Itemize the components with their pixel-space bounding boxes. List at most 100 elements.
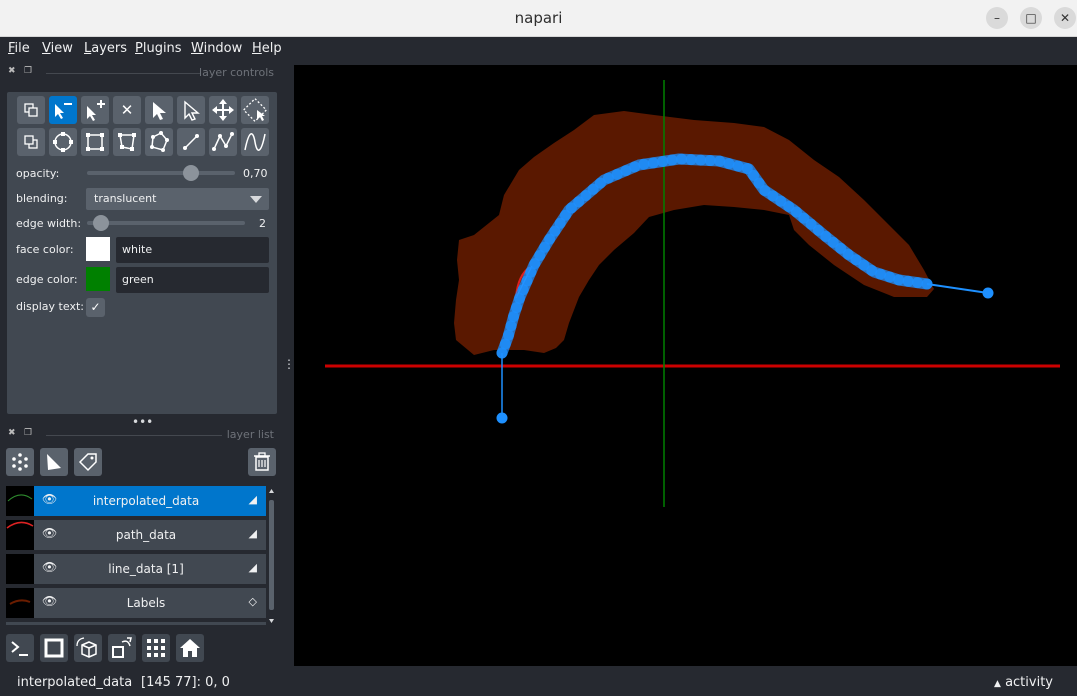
status-bar: interpolated_data [145 77]: 0, 0 ▲ activ…: [0, 666, 1077, 696]
pan-zoom-button[interactable]: [209, 96, 237, 124]
rectangle-icon: [86, 133, 104, 151]
path-vertex: [921, 278, 933, 290]
menu-view[interactable]: View: [42, 41, 73, 56]
new-labels-layer-button[interactable]: [74, 448, 102, 476]
edge-color-input[interactable]: green: [116, 267, 269, 293]
blending-select[interactable]: translucent: [86, 188, 269, 210]
endpoint-marker: [496, 412, 508, 424]
path-vertex: [704, 155, 716, 167]
path-vertex: [732, 160, 744, 172]
transform-button[interactable]: [241, 96, 269, 124]
menu-file[interactable]: File: [8, 41, 30, 56]
new-points-layer-button[interactable]: [6, 448, 34, 476]
layer-controls-panel: ✕ opacity: 0,70 blending: translucent ed…: [7, 92, 277, 414]
label-region: [454, 111, 934, 355]
add-curve-button[interactable]: [241, 128, 269, 156]
polygon-lasso-icon: [150, 131, 169, 152]
grid-view-button[interactable]: [142, 634, 170, 662]
path-vertex: [902, 275, 914, 287]
menu-window[interactable]: Window: [191, 41, 242, 56]
layer-name: path_data: [115, 528, 177, 542]
dock-float-icon[interactable]: ❐: [24, 428, 32, 438]
close-button[interactable]: ✕: [1054, 7, 1076, 29]
shapes-icon: [47, 454, 61, 470]
menu-layers[interactable]: Layers: [84, 41, 127, 56]
layer-item-labels[interactable]: 👁︎ Labels ◇: [6, 588, 266, 618]
home-icon: [180, 639, 200, 657]
reset-view-button[interactable]: [176, 634, 204, 662]
dock-close-icon[interactable]: ✖: [8, 66, 16, 76]
add-polygon-lasso-button[interactable]: [145, 128, 173, 156]
opacity-label: opacity:: [16, 167, 60, 180]
edge-color-swatch[interactable]: [86, 267, 110, 291]
dock-close-icon[interactable]: ✖: [8, 428, 16, 438]
add-ellipse-button[interactable]: [49, 128, 77, 156]
add-rectangle-button[interactable]: [81, 128, 109, 156]
toggle-ndisplay-button[interactable]: [40, 634, 68, 662]
opacity-value: 0,70: [243, 167, 268, 180]
layer-name: interpolated_data: [92, 494, 200, 508]
remove-points-button[interactable]: [49, 96, 77, 124]
layer-item-line-data[interactable]: 👁︎ line_data [1] ◢: [6, 554, 266, 584]
edge-color-label: edge color:: [16, 273, 78, 286]
select-shape-button[interactable]: [145, 96, 173, 124]
canvas-scene[interactable]: [294, 65, 1077, 666]
line-segment: [926, 283, 989, 294]
points-icon: [12, 453, 28, 471]
opacity-slider[interactable]: [87, 171, 235, 175]
layer-item-path-data[interactable]: 👁︎ path_data ◢: [6, 520, 266, 550]
layer-thumbnail: [6, 588, 34, 618]
roll-dims-button[interactable]: [74, 634, 102, 662]
delete-layer-button[interactable]: [248, 448, 276, 476]
path-vertex: [695, 154, 707, 166]
direct-select-button[interactable]: [177, 96, 205, 124]
eye-icon[interactable]: 👁︎: [42, 526, 57, 540]
minimize-button[interactable]: –: [986, 7, 1008, 29]
add-points-button[interactable]: [81, 96, 109, 124]
layer-controls-header: ✖ ❐ layer controls: [8, 66, 274, 82]
edge-width-slider[interactable]: [87, 221, 245, 225]
opacity-slider-handle[interactable]: [182, 165, 199, 181]
eye-icon[interactable]: 👁︎: [42, 594, 57, 608]
layer-list-partial-row: [6, 622, 266, 625]
shapes-type-icon: ◢: [248, 561, 257, 574]
add-path-button[interactable]: [209, 128, 237, 156]
eye-icon[interactable]: 👁︎: [42, 560, 57, 574]
delete-shape-button[interactable]: ✕: [113, 96, 141, 124]
labels-type-icon: ◇: [248, 595, 257, 608]
move-back-button[interactable]: [17, 128, 45, 156]
cube-rotate-icon: [76, 637, 97, 658]
activity-label: activity: [1005, 675, 1053, 690]
shapes-type-icon: ◢: [248, 493, 257, 506]
eye-icon[interactable]: 👁︎: [42, 492, 57, 506]
transpose-dims-button[interactable]: [108, 634, 136, 662]
face-color-swatch[interactable]: [86, 237, 110, 261]
select-minus-icon: [55, 103, 72, 119]
add-polygon-button[interactable]: [113, 128, 141, 156]
face-color-input[interactable]: white: [116, 237, 269, 263]
menu-help[interactable]: Help: [252, 41, 282, 56]
edge-width-label: edge width:: [16, 217, 82, 230]
shuffle-colors-button[interactable]: [17, 96, 45, 124]
activity-button[interactable]: ▲ activity: [994, 675, 1053, 690]
console-button[interactable]: [6, 634, 34, 662]
viewer-canvas[interactable]: [294, 65, 1077, 666]
window-title: napari: [514, 9, 563, 27]
display-text-checkbox[interactable]: ✓: [86, 298, 105, 317]
layer-list-scrollbar[interactable]: [268, 488, 275, 624]
dock-float-icon[interactable]: ❐: [24, 66, 32, 76]
path-vertex: [657, 155, 669, 167]
edge-width-slider-handle[interactable]: [93, 215, 109, 231]
dock-resize-handle[interactable]: •••: [132, 415, 153, 429]
layer-item-interpolated-data[interactable]: 👁︎ interpolated_data ◢: [6, 486, 266, 516]
menu-plugins[interactable]: Plugins: [135, 41, 182, 56]
add-line-button[interactable]: [177, 128, 205, 156]
ellipse-icon: [53, 132, 73, 152]
trash-icon: [254, 452, 270, 471]
transpose-icon: [112, 637, 132, 658]
maximize-button[interactable]: □: [1020, 7, 1042, 29]
blending-label: blending:: [16, 192, 68, 205]
lasso-select-icon: [242, 97, 268, 123]
new-shapes-layer-button[interactable]: [40, 448, 68, 476]
path-vertex: [647, 157, 659, 169]
